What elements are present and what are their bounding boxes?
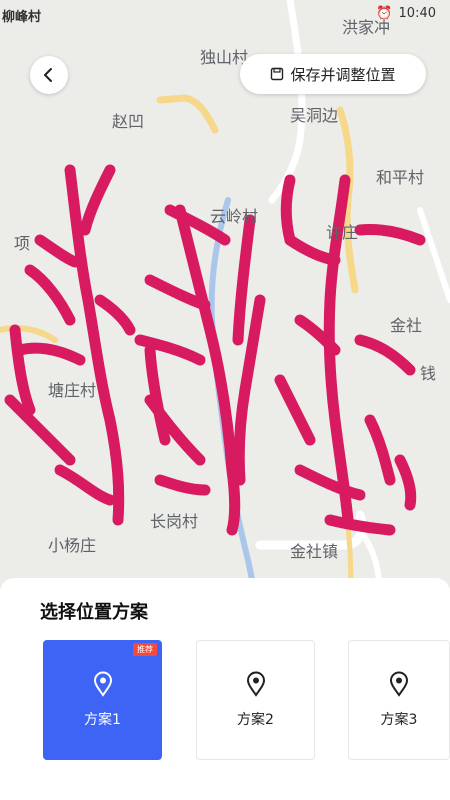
save-icon xyxy=(271,67,284,81)
map-label: 赵凹 xyxy=(112,112,145,131)
save-adjust-label: 保存并调整位置 xyxy=(290,65,396,84)
status-time: 10:40 xyxy=(398,6,436,21)
map-label: 吴洞边 xyxy=(290,106,339,125)
save-adjust-button[interactable]: 保存并调整位置 xyxy=(240,54,426,94)
map-label: 许庄 xyxy=(326,223,359,242)
map-label: 独山村 xyxy=(200,48,249,67)
map-label: 钱 xyxy=(420,364,437,383)
map-label: 塘庄村 xyxy=(48,381,97,400)
option-card-1[interactable]: 推荐 方案1 xyxy=(43,640,162,760)
option-label: 方案2 xyxy=(237,712,274,728)
map-label: 金社 xyxy=(390,316,423,335)
back-button[interactable] xyxy=(30,56,68,94)
status-right: ⏰ 10:40 xyxy=(376,6,436,21)
option-card-2[interactable]: 方案2 xyxy=(196,640,315,760)
option-card-3[interactable]: 方案3 xyxy=(348,640,450,760)
alarm-icon: ⏰ xyxy=(376,6,393,21)
bottom-sheet: 选择位置方案 推荐 方案1 方案2 方案3 xyxy=(0,578,450,800)
chevron-left-icon xyxy=(44,68,52,82)
map-label: 长岗村 xyxy=(150,512,199,531)
option-label: 方案3 xyxy=(380,712,418,728)
map-label: 和平村 xyxy=(376,168,425,187)
status-carrier: 柳峰村 xyxy=(2,10,42,25)
map-label: 金社镇 xyxy=(290,542,339,561)
route-stroke xyxy=(280,174,296,246)
sheet-title: 选择位置方案 xyxy=(40,602,148,623)
location-pin-icon xyxy=(93,671,112,697)
status-bar: 柳峰村 ⏰ 10:40 xyxy=(0,0,450,28)
option-label: 方案1 xyxy=(84,712,121,728)
map-label: 云岭村 xyxy=(210,207,259,226)
map-label: 项 xyxy=(14,234,31,253)
map-label: 小杨庄 xyxy=(48,536,97,555)
location-pin-icon xyxy=(246,671,265,697)
recommended-badge: 推荐 xyxy=(133,643,157,656)
location-pin-icon xyxy=(389,671,409,697)
